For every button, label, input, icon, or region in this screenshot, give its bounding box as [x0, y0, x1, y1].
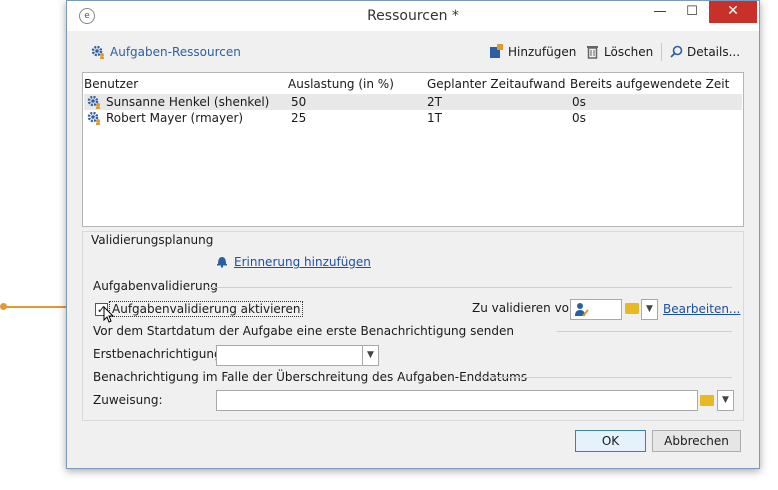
- cell-user: Sunsanne Henkel (shenkel): [106, 95, 270, 109]
- validator-field[interactable]: [570, 299, 622, 320]
- cell-load: 50: [291, 95, 307, 109]
- table-row[interactable]: Sunsanne Henkel (shenkel) 50 2T 0s: [84, 94, 742, 110]
- cell-planned: 1T: [427, 111, 442, 125]
- column-header-load[interactable]: Auslastung (in %): [288, 77, 394, 91]
- folder-icon[interactable]: [700, 395, 714, 406]
- add-user-icon: [490, 44, 503, 58]
- assignment-label: Zuweisung:: [93, 393, 163, 407]
- maximize-button[interactable]: ☐: [677, 1, 707, 23]
- overdue-title: Benachrichtigung im Falle der Überschrei…: [93, 370, 528, 384]
- divider: [477, 377, 732, 378]
- cell-user: Robert Mayer (rmayer): [106, 111, 244, 125]
- validate-by-label: Zu validieren von:: [472, 301, 581, 315]
- trash-icon: [587, 46, 598, 59]
- bell-icon: [217, 257, 227, 268]
- gear-user-icon: [91, 45, 104, 59]
- divider: [557, 331, 732, 332]
- resources-dialog: e Ressourcen * — ☐ ✕ Aufgaben-Ressourcen…: [66, 0, 760, 469]
- assignment-field[interactable]: [216, 390, 698, 411]
- cell-spent: 0s: [572, 95, 586, 109]
- close-button[interactable]: ✕: [709, 1, 757, 23]
- first-notification-label: Erstbenachrichtigung:: [93, 347, 226, 361]
- add-reminder-link[interactable]: Erinnerung hinzufügen: [234, 255, 371, 269]
- toolbar: Aufgaben-Ressourcen Hinzufügen Löschen D…: [83, 39, 743, 65]
- user-gear-icon: [87, 111, 100, 125]
- user-icon: [575, 303, 589, 317]
- table-row[interactable]: Robert Mayer (rmayer) 25 1T 0s: [84, 110, 742, 126]
- ok-button[interactable]: OK: [575, 430, 646, 452]
- cell-load: 25: [291, 111, 307, 125]
- validation-group: Validierungsplanung Erinnerung hinzufüge…: [82, 231, 744, 421]
- cell-spent: 0s: [572, 111, 586, 125]
- first-notification-select[interactable]: [216, 345, 364, 366]
- mouse-cursor-icon: [103, 306, 115, 323]
- validator-dropdown[interactable]: ▼: [641, 299, 658, 320]
- minimize-button[interactable]: —: [645, 1, 675, 23]
- first-notification-title: Vor dem Startdatum der Aufgabe eine erst…: [93, 324, 514, 338]
- assignment-dropdown[interactable]: ▼: [717, 390, 734, 411]
- cancel-button[interactable]: Abbrechen: [652, 430, 741, 452]
- task-validation-title: Aufgabenvalidierung: [93, 279, 218, 293]
- cell-planned: 2T: [427, 95, 442, 109]
- details-button[interactable]: Details...: [687, 45, 740, 59]
- validation-section-title: Validierungsplanung: [91, 233, 214, 247]
- column-header-planned[interactable]: Geplanter Zeitaufwand: [427, 77, 565, 91]
- enable-validation-label[interactable]: Aufgabenvalidierung aktivieren: [109, 301, 304, 317]
- column-header-spent[interactable]: Bereits aufgewendete Zeit: [570, 77, 729, 91]
- title-bar: e Ressourcen * — ☐ ✕: [67, 1, 759, 31]
- resources-table[interactable]: Benutzer Auslastung (in %) Geplanter Zei…: [82, 72, 744, 227]
- folder-icon[interactable]: [625, 303, 639, 314]
- divider: [207, 287, 732, 288]
- first-notification-dropdown[interactable]: ▼: [362, 345, 379, 366]
- delete-button[interactable]: Löschen: [604, 45, 653, 59]
- search-icon: [670, 45, 683, 58]
- toolbar-title: Aufgaben-Ressourcen: [110, 45, 241, 59]
- add-button[interactable]: Hinzufügen: [508, 45, 576, 59]
- user-gear-icon: [87, 95, 100, 109]
- column-header-user[interactable]: Benutzer: [84, 77, 138, 91]
- edit-link[interactable]: Bearbeiten...: [663, 302, 740, 316]
- toolbar-separator: [661, 43, 662, 61]
